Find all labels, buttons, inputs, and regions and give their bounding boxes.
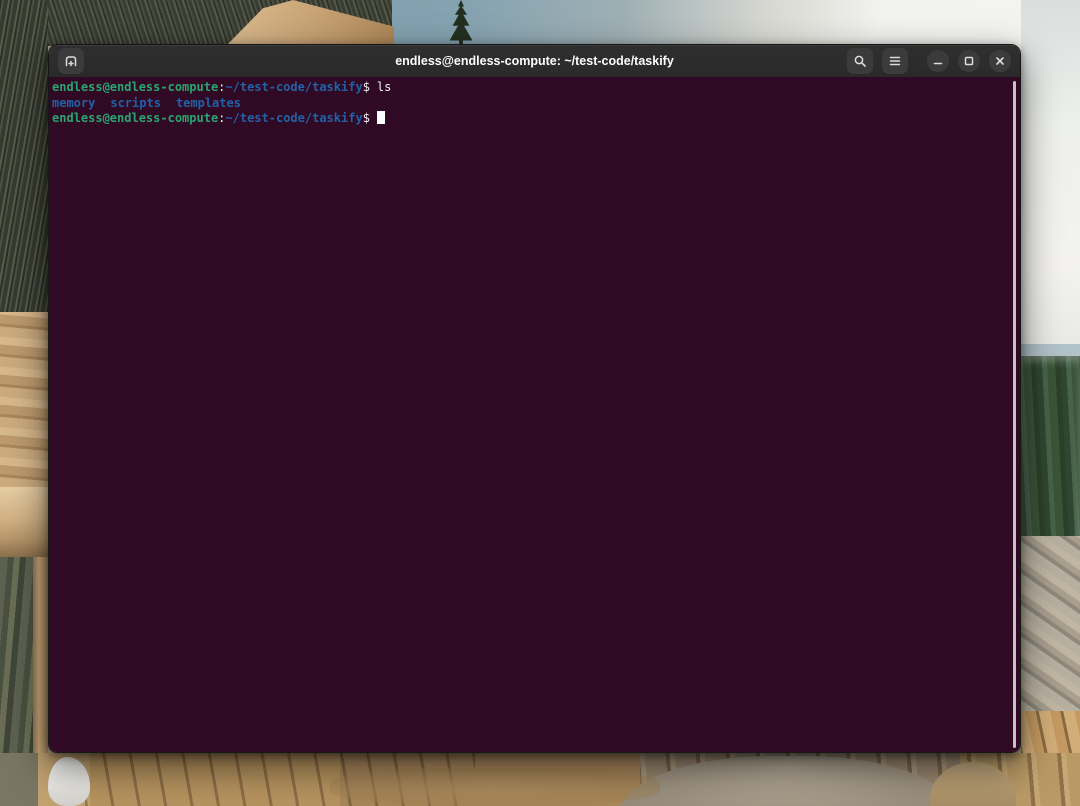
search-button[interactable] (847, 48, 873, 74)
new-tab-button[interactable] (58, 48, 84, 74)
prompt-path: ~/test-code/taskify (225, 111, 362, 125)
terminal-line-ls-output: memory scripts templates (52, 96, 1006, 112)
terminal-block-cursor (377, 111, 385, 124)
wallpaper-beam-left (0, 487, 48, 557)
maximize-icon (962, 54, 976, 68)
prompt-user-host: endless@endless-compute (52, 80, 218, 94)
ls-entry-memory: memory (52, 96, 95, 110)
wallpaper-rock-slope (1021, 536, 1080, 711)
wallpaper-shingles-left (0, 312, 48, 487)
window-titlebar[interactable]: endless@endless-compute: ~/test-code/tas… (49, 45, 1020, 77)
prompt-user-host: endless@endless-compute (52, 111, 218, 125)
wallpaper-dirt-patch (330, 768, 660, 806)
titlebar-controls (847, 48, 1011, 74)
wallpaper-sky-right (1021, 0, 1080, 356)
desktop: endless@endless-compute: ~/test-code/tas… (0, 0, 1080, 806)
new-tab-icon (63, 53, 79, 69)
prompt-symbol: $ (363, 111, 370, 125)
terminal-scrollbar[interactable] (1013, 81, 1016, 748)
ls-entry-scripts: scripts (110, 96, 161, 110)
terminal-window: endless@endless-compute: ~/test-code/tas… (48, 44, 1021, 753)
close-icon (993, 54, 1007, 68)
window-title: endless@endless-compute: ~/test-code/tas… (395, 45, 674, 77)
minimize-icon (931, 54, 945, 68)
search-icon (852, 53, 868, 69)
wallpaper-trees (1021, 356, 1080, 536)
ls-entry-templates: templates (176, 96, 241, 110)
terminal-line-prompt-ls: endless@endless-compute:~/test-code/task… (52, 80, 1006, 96)
menu-button[interactable] (882, 48, 908, 74)
prompt-path: ~/test-code/taskify (225, 80, 362, 94)
close-button[interactable] (989, 50, 1011, 72)
terminal-line-prompt-current: endless@endless-compute:~/test-code/task… (52, 111, 1006, 127)
hamburger-menu-icon (887, 53, 903, 69)
minimize-button[interactable] (927, 50, 949, 72)
terminal-screen[interactable]: endless@endless-compute:~/test-code/task… (49, 77, 1020, 752)
wallpaper-post-left (33, 557, 48, 772)
maximize-button[interactable] (958, 50, 980, 72)
prompt-symbol: $ (363, 80, 370, 94)
command-text: ls (377, 80, 391, 94)
wallpaper-twigs-left (0, 0, 48, 312)
